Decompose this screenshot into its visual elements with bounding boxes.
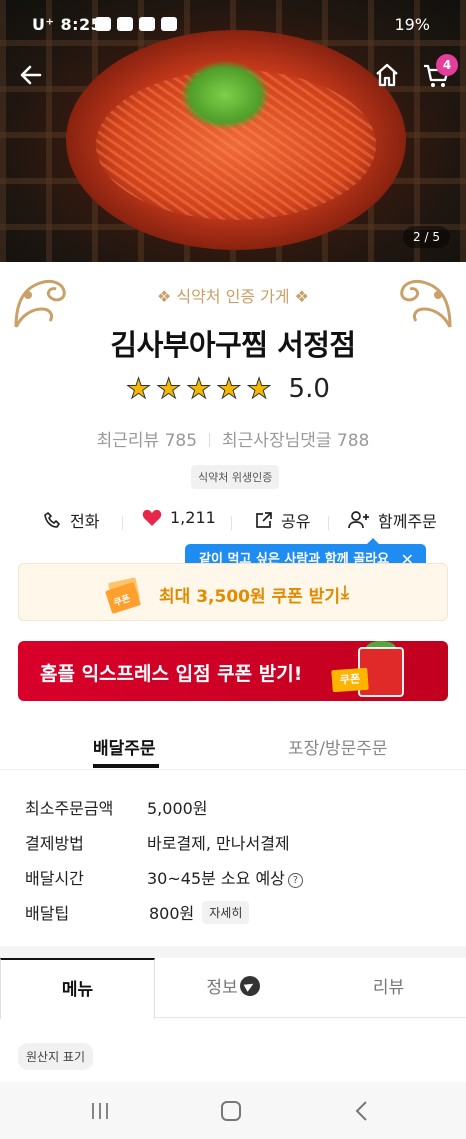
review-stats: 최근리뷰 785 최근사장님댓글 788 [0,426,466,451]
divider [231,516,232,530]
banner-label: 홈플 익스프레스 입점 쿠폰 받기! [40,663,303,685]
talk-icon [117,17,133,31]
heart-icon [142,509,162,526]
rating-value: 5.0 [288,374,330,404]
homeplus-express-banner[interactable]: 홈플 익스프레스 입점 쿠폰 받기! 쿠폰 [18,641,448,701]
coupon-label: 최대 3,500원 쿠폰 받기 [159,587,341,607]
star-icon: ★ [125,372,152,405]
tab-info-label: 정보 [206,978,238,998]
tab-menu-label: 메뉴 [61,980,94,1000]
recent-reviews-link[interactable]: 최근리뷰 785 [97,431,197,451]
notification-icons [95,17,177,31]
delivery-tip-label: 배달팁 [25,904,70,923]
tab-menu[interactable]: 메뉴 [0,958,155,1019]
status-bar: U⁺ 8:25 19% [0,0,466,50]
recent-apps-icon[interactable] [90,1102,110,1120]
star-icon: ★ [216,372,242,405]
call-label: 전화 [70,512,100,531]
main-tabs: 메뉴 정보 리뷰 [0,958,466,1019]
tab-review-label: 리뷰 [372,978,405,998]
store-name: 김사부아구찜 서정점 [110,328,356,362]
carrier-time: U⁺ 8:25 [32,15,103,34]
owner-replies-link[interactable]: 최근사장님댓글 788 [222,431,369,451]
star-icon: ★ [246,372,272,405]
like-count: 1,211 [170,508,216,527]
like-button[interactable]: 1,211 [142,508,216,527]
delivery-time-label: 배달시간 [25,869,84,888]
delivery-tip-value: 800원 [149,904,195,923]
add-person-icon [348,511,369,529]
payment-label: 결제방법 [25,834,84,853]
battery-percent: 19% [394,15,430,34]
share-icon [256,512,272,528]
chat-icon [95,17,111,31]
certified-store-label: ❖ 식약처 인증 가게 ❖ [156,287,310,306]
tab-info[interactable]: 정보 [155,958,311,1018]
payment-value: 바로결제, 만나서결제 [147,834,290,853]
system-back-icon[interactable] [352,1100,372,1122]
tab-pickup[interactable]: 포장/방문주문 [288,734,388,759]
tip-detail-button[interactable]: 자세히 [202,901,250,924]
tab-review[interactable]: 리뷰 [311,958,466,1018]
herb-garnish [180,60,270,130]
delivery-tip-value-wrap: 800원 자세히 [149,900,250,924]
delivery-time-value: 30~45분 소요 예상 [147,869,285,888]
download-arrow-icon: ⤓ [341,582,349,603]
home-icon[interactable] [374,62,400,88]
min-order-label: 최소주문금액 [25,799,114,818]
instagram-icon [139,17,155,31]
store-actions: 전화 1,211 공유 함께주문 [0,508,466,536]
star-icon: ★ [156,372,182,405]
star-icon: ★ [186,372,212,405]
min-order-value: 5,000원 [147,799,208,818]
divider [209,433,211,447]
banner-coupon-tag: 쿠폰 [331,667,369,693]
phone-icon [44,512,60,528]
share-button[interactable]: 공유 [255,508,310,532]
hygiene-cert-badge[interactable]: 식약처 위생인증 [191,465,280,489]
help-icon[interactable]: ? [287,873,303,888]
star-rating[interactable]: ★ ★ ★ ★ ★ 5.0 [125,372,330,405]
system-navigation-bar [0,1082,466,1139]
group-order-label: 함께주문 [378,512,437,531]
group-order-button[interactable]: 함께주문 [348,508,437,532]
share-label: 공유 [281,512,311,531]
image-pager: 2 / 5 [403,226,450,248]
origin-label-chip[interactable]: 원산지 표기 [18,1043,94,1070]
section-divider [0,946,466,958]
back-arrow-icon[interactable] [18,62,44,88]
divider [328,516,329,530]
order-type-tabs: 배달주문 포장/방문주문 [0,728,466,770]
send-icon [239,976,260,996]
shield-icon [161,17,177,31]
coupon-ticket-icon: 쿠폰 [105,577,141,614]
home-button-icon[interactable] [221,1101,241,1121]
cart-count-badge: 4 [436,54,458,76]
active-tab-indicator [93,764,159,768]
coupon-download-button[interactable]: 최대 3,500원 쿠폰 받기 ⤓ [18,563,448,621]
divider [122,516,123,530]
call-button[interactable]: 전화 [44,508,99,532]
delivery-time-value-wrap: 30~45분 소요 예상? [147,865,303,889]
tab-delivery[interactable]: 배달주문 [93,734,156,759]
